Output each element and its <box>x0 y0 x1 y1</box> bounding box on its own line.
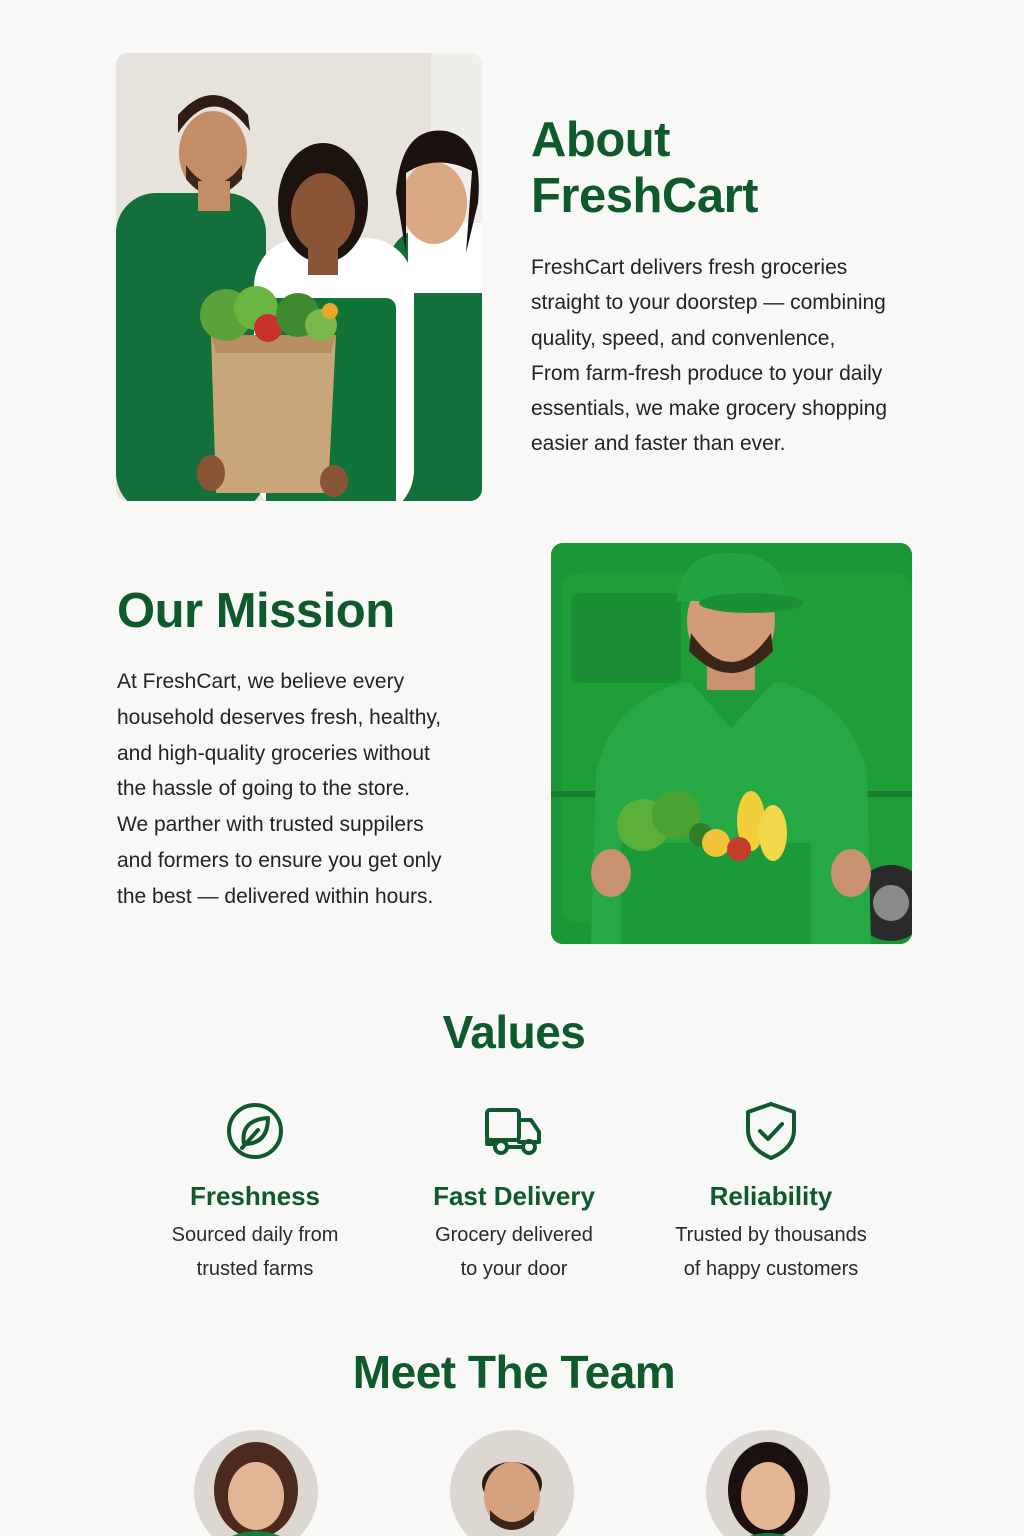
mission-paragraph: At FreshCart, we believe every household… <box>117 664 517 915</box>
about-title-line2: FreshCart <box>531 169 758 223</box>
value-desc: Trusted by thousands of happy customers <box>651 1218 891 1286</box>
mission-line: At FreshCart, we believe every <box>117 670 405 693</box>
about-paragraph: FreshCart delivers fresh groceries strai… <box>531 250 941 462</box>
mission-title: Our Mission <box>117 584 395 638</box>
team-member-avatar <box>706 1430 830 1536</box>
leaf-icon <box>227 1103 283 1159</box>
value-desc-line: to your door <box>460 1258 568 1280</box>
value-desc-line: Sourced daily from <box>171 1224 339 1246</box>
about-line: From farm-fresh produce to your daily <box>531 361 883 385</box>
about-line: straight to your doorstep — combining <box>531 291 886 315</box>
value-desc: Grocery delivered to your door <box>394 1218 634 1286</box>
value-desc-line: Grocery delivered <box>435 1224 593 1246</box>
shield-check-icon <box>746 1102 796 1160</box>
about-title-line1: About <box>531 113 671 167</box>
value-fast-delivery: Fast Delivery Grocery delivered to your … <box>394 1100 634 1286</box>
mission-line: household deserves fresh, healthy, <box>117 705 442 729</box>
mission-line: and formers to ensure you get only <box>117 848 442 872</box>
mission-line: the best — delivered within hours. <box>117 884 434 908</box>
about-team-photo <box>116 53 482 501</box>
value-desc-line: of happy customers <box>683 1258 859 1280</box>
about-line: quality, speed, and convenlence, <box>531 326 836 350</box>
truck-icon <box>485 1108 541 1155</box>
value-freshness: Freshness Sourced daily from trusted far… <box>135 1100 375 1286</box>
delivery-person-photo <box>551 543 912 944</box>
values-title: Values <box>442 1006 586 1058</box>
about-title: About FreshCart <box>531 112 911 224</box>
value-reliability: Reliability Trusted by thousands of happ… <box>651 1100 891 1286</box>
value-desc-line: Trusted by thousands <box>675 1224 867 1246</box>
value-desc-line: trusted farms <box>196 1258 314 1280</box>
value-desc: Sourced daily from trusted farms <box>135 1218 375 1286</box>
mission-line: the hassle of going to the store. <box>117 777 411 801</box>
about-line: easier and faster than ever. <box>531 432 786 456</box>
team-member-avatar <box>194 1430 318 1536</box>
about-line: FreshCart delivers fresh groceries <box>531 256 848 279</box>
mission-line: and high-quality groceries without <box>117 741 430 765</box>
mission-line: We parther with trusted suppilers <box>117 813 424 837</box>
team-member-avatar <box>450 1430 574 1536</box>
team-title: Meet The Team <box>352 1346 676 1398</box>
value-title: Freshness <box>189 1181 321 1211</box>
about-line: essentials, we make grocery shopping <box>531 397 888 421</box>
value-title: Fast Delivery <box>433 1181 595 1211</box>
value-title: Reliability <box>709 1181 833 1211</box>
